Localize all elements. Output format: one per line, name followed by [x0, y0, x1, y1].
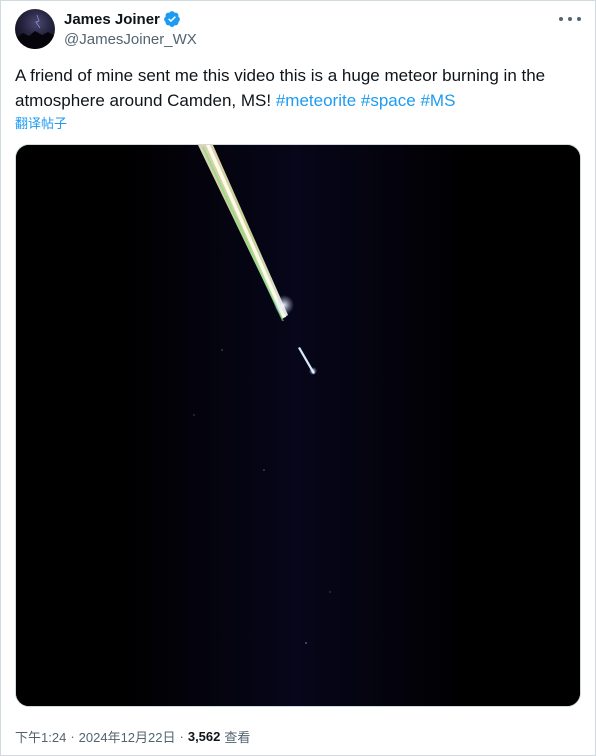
hashtag-link[interactable]: #meteorite [276, 91, 356, 110]
author-handle[interactable]: @JamesJoiner_WX [64, 31, 197, 48]
translate-post-link[interactable]: 翻译帖子 [15, 113, 67, 132]
more-dot-icon [568, 17, 572, 21]
author-display-name[interactable]: James Joiner [64, 11, 160, 28]
views-count: 3,562 [187, 729, 221, 744]
tweet-date[interactable]: 2024年12月22日 [79, 727, 176, 746]
verified-badge-icon [163, 10, 181, 28]
tweet-time[interactable]: 下午1:24 [15, 727, 66, 746]
more-options-button[interactable] [559, 11, 581, 27]
tweet-text: A friend of mine sent me this video this… [15, 63, 581, 113]
meta-separator: · [179, 729, 184, 744]
meta-separator: · [70, 729, 75, 744]
meteor-video-frame [16, 145, 580, 706]
author-name-row: James Joiner [64, 10, 181, 28]
avatar[interactable] [15, 9, 55, 49]
tweet-card: James Joiner @JamesJoiner_WX A friend of… [0, 0, 596, 756]
tweet-meta: 下午1:24 · 2024年12月22日 · 3,562 查看 [15, 727, 250, 746]
video-player[interactable] [15, 144, 581, 707]
views-label: 查看 [224, 730, 251, 745]
more-dot-icon [559, 17, 563, 21]
hashtag-link[interactable]: #space [361, 91, 416, 110]
more-dot-icon [577, 17, 581, 21]
hashtag-link[interactable]: #MS [420, 91, 455, 110]
